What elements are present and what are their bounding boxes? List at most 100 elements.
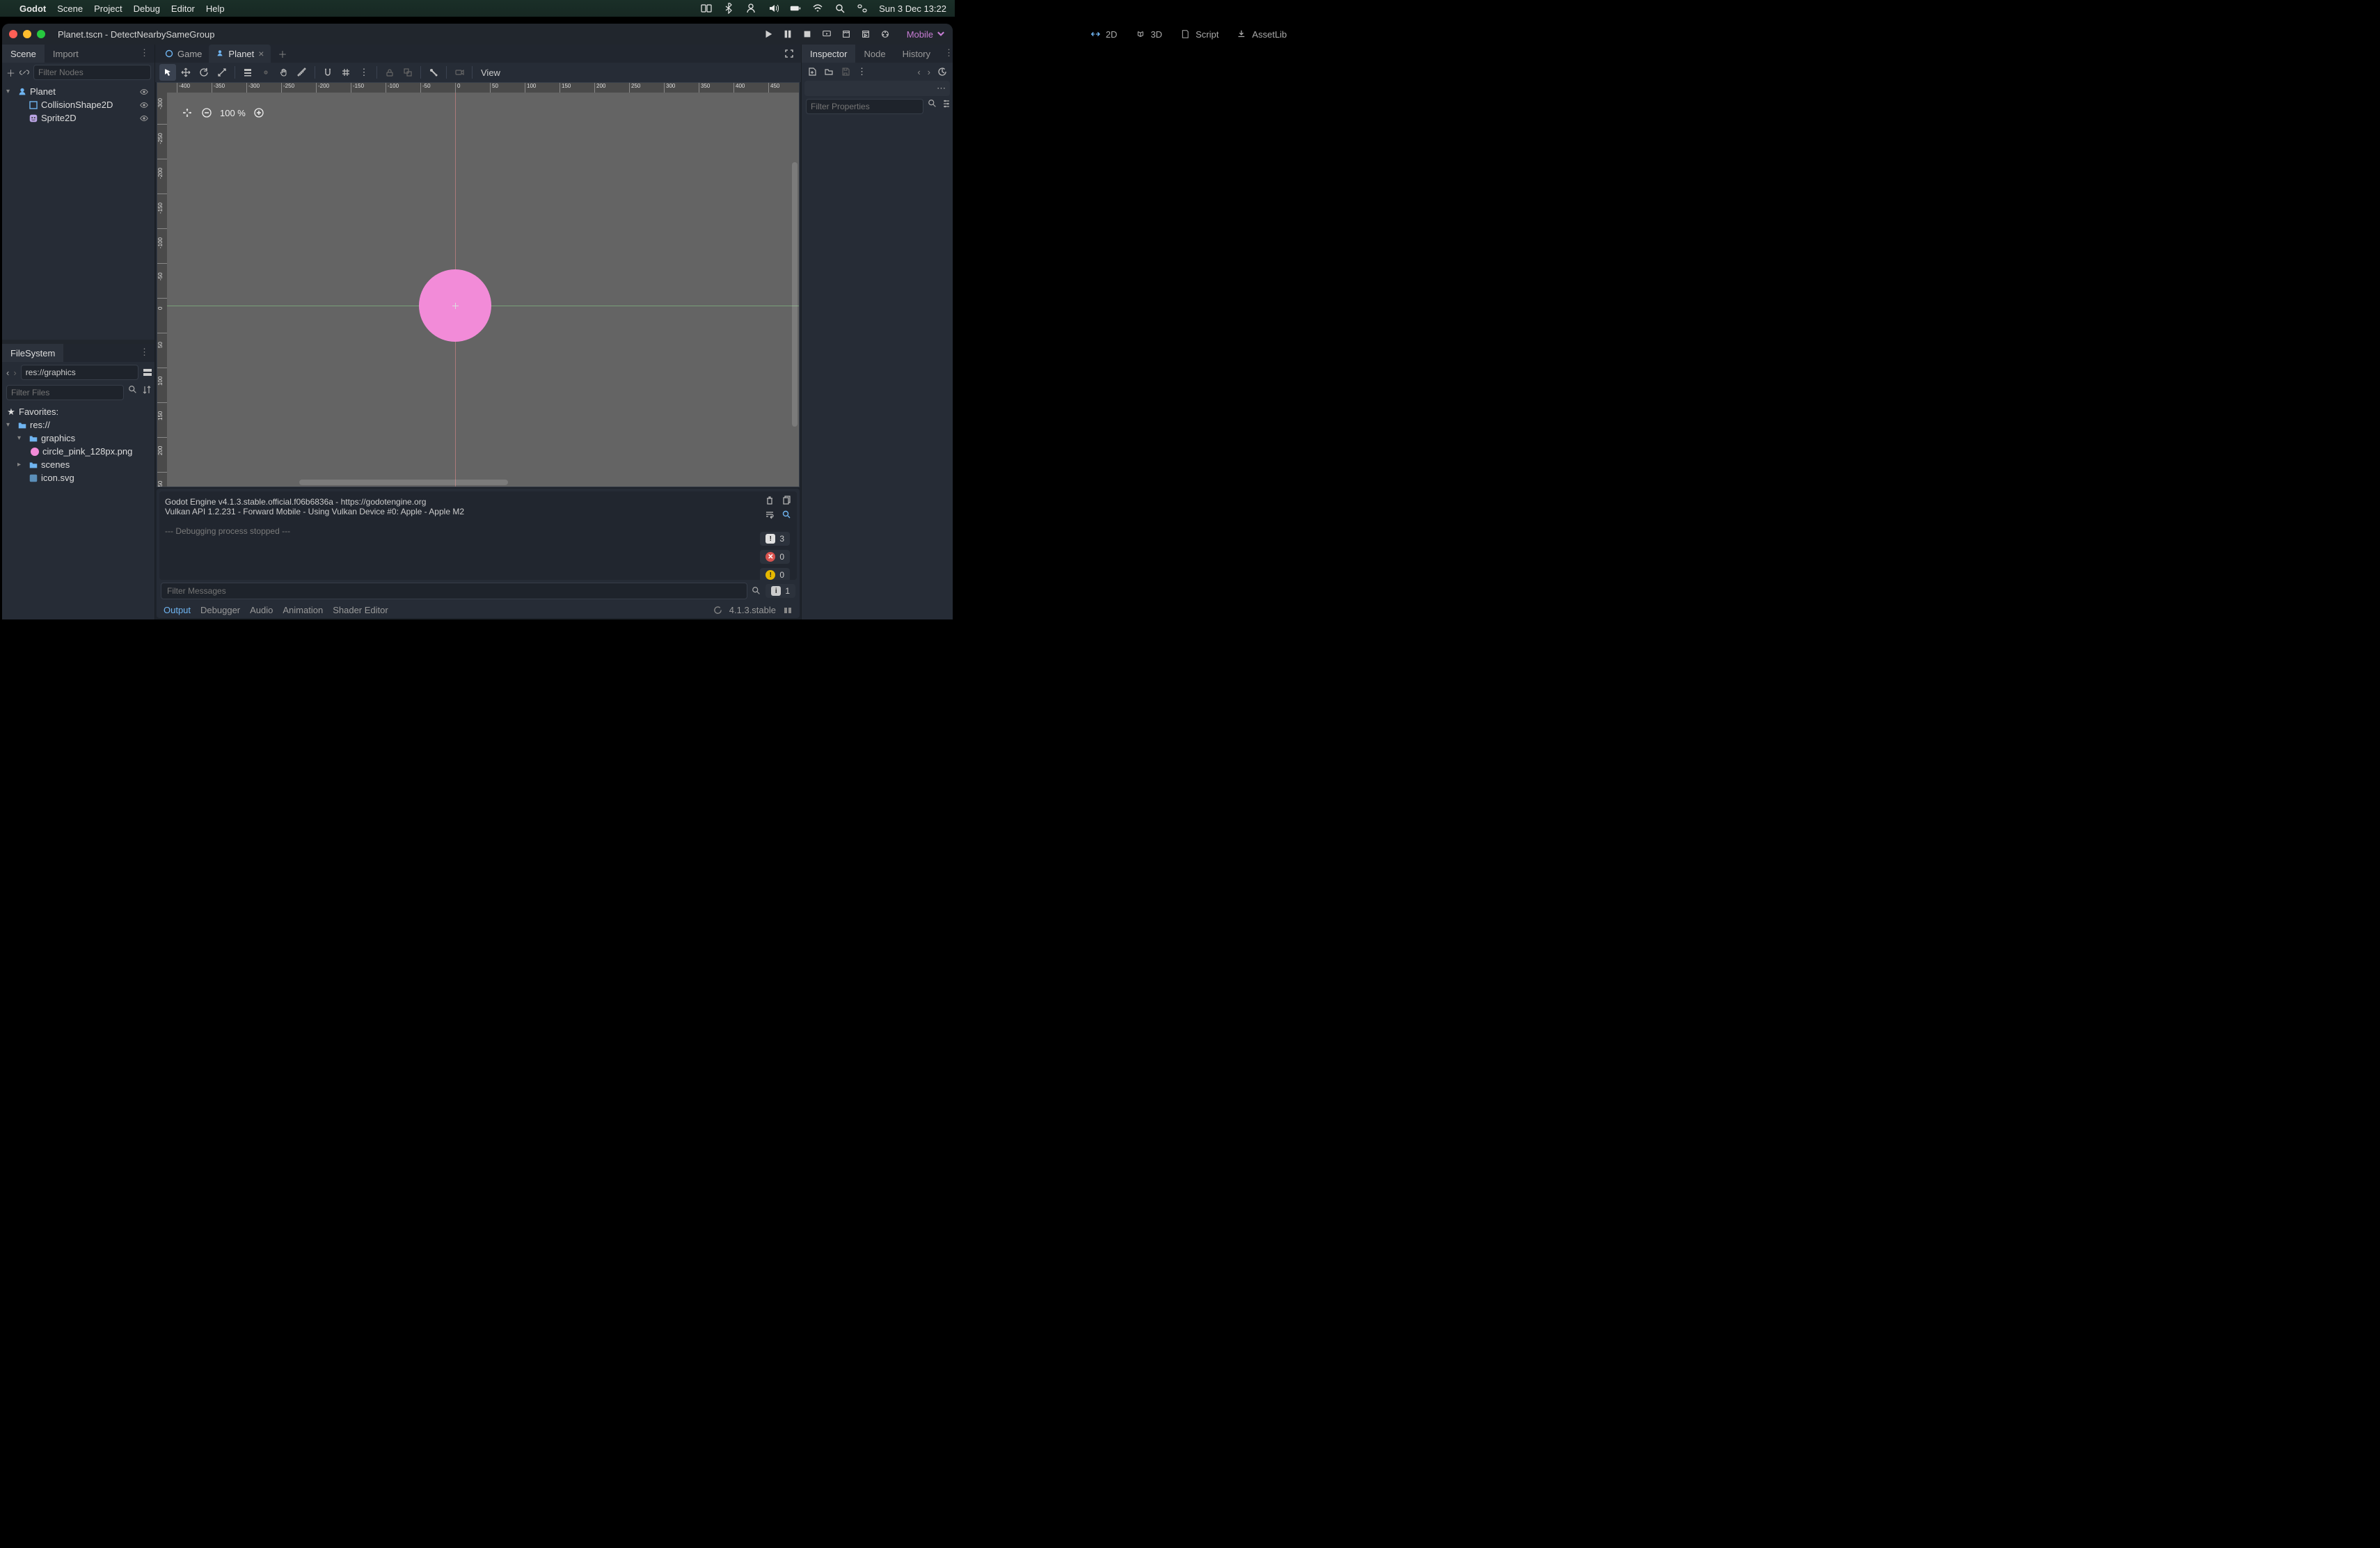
play-remote-button[interactable] [822,29,832,39]
viewport[interactable]: -400-350-300-250-200-150-100-50050100150… [157,82,800,487]
fs-folder-scenes[interactable]: ▸ scenes [3,458,153,471]
play-custom-button[interactable] [861,29,871,39]
menu-debug[interactable]: Debug [134,3,160,14]
app-menu[interactable]: Godot [19,3,46,14]
info-count-button[interactable]: i1 [765,584,795,598]
distraction-free-icon[interactable] [777,45,801,63]
view-menu[interactable]: View [477,68,505,78]
inspector-extra-icon[interactable]: ⋮ [857,66,866,77]
tab-debugger[interactable]: Debugger [200,605,240,615]
override-camera-icon[interactable] [451,64,468,81]
origin-gizmo[interactable] [452,303,459,309]
viewport-scrollbar-v[interactable] [792,162,798,427]
center-view-icon[interactable] [181,106,193,119]
zoom-in-icon[interactable] [253,106,265,119]
visibility-toggle-icon[interactable] [139,113,150,123]
object-menu-icon[interactable]: ⋯ [937,83,946,94]
filter-nodes-input[interactable] [33,65,151,80]
scene-tab-game[interactable]: Game [158,45,209,63]
snap-options-icon[interactable]: ⋮ [356,64,372,81]
fs-path-input[interactable] [21,365,138,380]
scene-dock-menu-icon[interactable]: ⋮ [134,45,154,63]
select-tool-icon[interactable] [159,64,176,81]
error-count-button[interactable]: !3 [760,532,790,546]
load-resource-icon[interactable] [824,67,834,77]
smart-snap-icon[interactable] [319,64,336,81]
bluetooth-icon[interactable] [723,3,734,14]
add-node-icon[interactable]: ＋ [6,67,15,78]
pause-button[interactable] [783,29,793,39]
fs-back-icon[interactable]: ‹ [6,368,9,378]
menu-help[interactable]: Help [206,3,225,14]
fs-folder-graphics[interactable]: ▾ graphics [3,432,153,445]
zoom-level[interactable]: 100 % [220,108,246,118]
search-icon[interactable] [752,586,761,596]
tab-inspector[interactable]: Inspector [802,45,855,63]
manage-props-icon[interactable] [942,99,951,114]
skeleton-options-icon[interactable] [425,64,442,81]
stage-manager-icon[interactable] [701,3,712,14]
tree-child-sprite[interactable]: Sprite2D [3,111,153,125]
critical-count-button[interactable]: ✕0 [760,550,790,564]
play-button[interactable] [763,29,773,39]
tab-node[interactable]: Node [855,45,894,63]
close-tab-icon[interactable]: × [258,48,264,59]
tab-output[interactable]: Output [164,605,191,615]
rotate-tool-icon[interactable] [196,64,212,81]
filesystem-dock-menu-icon[interactable]: ⋮ [134,344,154,362]
user-icon[interactable] [745,3,756,14]
visibility-toggle-icon[interactable] [139,87,150,97]
pan-tool-icon[interactable] [276,64,292,81]
stop-button[interactable] [802,29,812,39]
history-back-icon[interactable]: ‹ [917,67,920,77]
zoom-out-icon[interactable] [200,106,213,119]
tree-child-collision[interactable]: CollisionShape2D [3,98,153,111]
grid-snap-icon[interactable] [338,64,354,81]
tab-import[interactable]: Import [45,45,87,63]
wifi-icon[interactable] [812,3,823,14]
history-menu-icon[interactable] [937,67,947,77]
fs-forward-icon[interactable]: › [13,368,16,378]
filter-properties-input[interactable] [806,99,923,114]
fs-sort-icon[interactable] [142,385,152,400]
inspector-object-field[interactable]: ⋯ [804,81,950,96]
list-select-icon[interactable] [239,64,256,81]
new-resource-icon[interactable] [807,67,817,77]
movie-maker-button[interactable] [880,29,890,39]
menu-project[interactable]: Project [94,3,122,14]
tree-root-node[interactable]: ▾ Planet [3,85,153,98]
fs-file-icon-svg[interactable]: icon.svg [3,471,153,484]
inspector-dock-menu-icon[interactable]: ⋮ [939,45,953,63]
menu-editor[interactable]: Editor [171,3,195,14]
history-fwd-icon[interactable]: › [928,67,930,77]
wrap-output-icon[interactable] [765,510,775,519]
copy-output-icon[interactable] [782,496,791,505]
viewport-scrollbar-h[interactable] [299,480,508,485]
clock[interactable]: Sun 3 Dec 13:22 [879,3,946,14]
menu-scene[interactable]: Scene [57,3,83,14]
fs-root[interactable]: ▾ res:// [3,418,153,432]
group-icon[interactable] [399,64,416,81]
lock-icon[interactable] [381,64,398,81]
search-icon[interactable] [928,99,937,114]
save-resource-icon[interactable] [841,67,850,77]
spotlight-icon[interactable] [834,3,846,14]
pivot-tool-icon[interactable] [257,64,274,81]
filter-messages-input[interactable] [161,583,747,599]
volume-icon[interactable] [768,3,779,14]
fs-favorites[interactable]: ★ Favorites: [3,405,153,418]
scale-tool-icon[interactable] [214,64,230,81]
tab-filesystem[interactable]: FileSystem [2,344,63,362]
fs-file-circle[interactable]: circle_pink_128px.png [3,445,153,458]
layout-toggle-icon[interactable] [783,606,793,615]
control-center-icon[interactable] [857,3,868,14]
renderer-dropdown[interactable]: Mobile [907,29,946,40]
scene-tab-planet[interactable]: Planet × [209,45,271,63]
tab-shader-editor[interactable]: Shader Editor [333,605,388,615]
play-scene-button[interactable] [841,29,851,39]
output-console[interactable]: Godot Engine v4.1.3.stable.official.f06b… [159,491,797,580]
tab-history[interactable]: History [894,45,939,63]
warning-count-button[interactable]: !0 [760,568,790,580]
tab-scene[interactable]: Scene [2,45,45,63]
search-output-icon[interactable] [782,510,791,519]
